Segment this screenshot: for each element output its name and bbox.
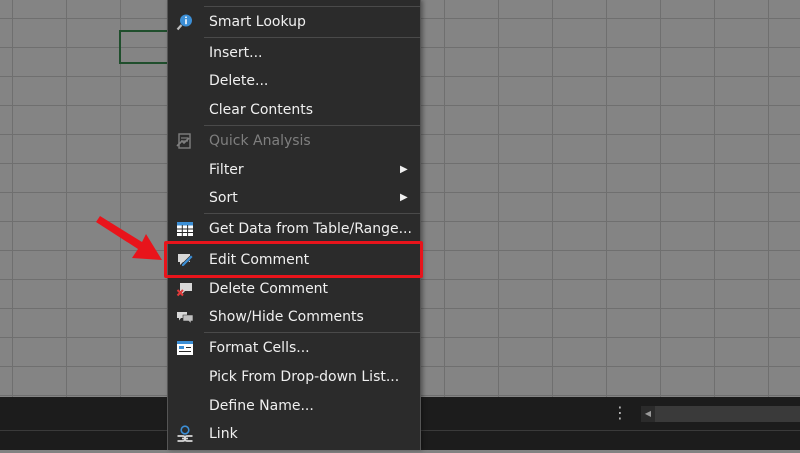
menu-item-label: Link (209, 426, 238, 442)
scroll-left-icon[interactable]: ◀ (641, 406, 655, 422)
submenu-arrow-icon: ▶ (400, 192, 408, 203)
menu-item-label: Define Name... (209, 398, 314, 414)
delete-comment-icon (176, 280, 194, 298)
table-grid-icon (176, 220, 194, 238)
menu-item-label: Delete Comment (209, 281, 329, 297)
menu-item-label: Pick From Drop-down List... (209, 369, 400, 385)
menu-item-sort[interactable]: Sort ▶ (168, 184, 420, 212)
edit-comment-highlight-box (164, 241, 423, 278)
menu-separator (204, 125, 420, 126)
menu-item-insert[interactable]: Insert... (168, 39, 420, 67)
menu-item-label: Format Cells... (209, 340, 310, 356)
smart-lookup-icon (176, 13, 194, 31)
pointer-arrow-icon (96, 216, 162, 260)
menu-item-format-cells[interactable]: Format Cells... (168, 334, 420, 362)
menu-separator (204, 332, 420, 333)
show-hide-comments-icon (176, 308, 194, 326)
menu-item-label: Delete... (209, 73, 269, 89)
menu-item-link[interactable]: Link (168, 420, 420, 448)
context-menu: Smart Lookup Insert... Delete... Clear C… (167, 0, 421, 450)
more-options-icon[interactable]: ⋮ (612, 403, 628, 423)
menu-item-clear-contents[interactable]: Clear Contents (168, 96, 420, 124)
menu-item-label: Filter (209, 162, 244, 178)
menu-item-smart-lookup[interactable]: Smart Lookup (168, 8, 420, 36)
menu-item-define-name[interactable]: Define Name... (168, 392, 420, 420)
menu-item-label: Show/Hide Comments (209, 309, 364, 325)
format-cells-icon (176, 339, 194, 357)
menu-item-pick-from-drop-down-list[interactable]: Pick From Drop-down List... (168, 363, 420, 391)
selected-cell[interactable] (119, 30, 171, 64)
menu-item-filter[interactable]: Filter ▶ (168, 156, 420, 184)
menu-item-delete-comment[interactable]: Delete Comment (168, 275, 420, 303)
quick-analysis-icon (176, 132, 194, 150)
menu-item-label: Smart Lookup (209, 14, 306, 30)
menu-item-show-hide-comments[interactable]: Show/Hide Comments (168, 303, 420, 331)
link-icon (176, 425, 194, 443)
menu-separator (204, 213, 420, 214)
menu-item-delete[interactable]: Delete... (168, 67, 420, 95)
menu-item-quick-analysis: Quick Analysis (168, 127, 420, 155)
menu-item-get-data-from-table[interactable]: Get Data from Table/Range... (168, 215, 420, 243)
menu-item-label: Get Data from Table/Range... (209, 221, 412, 237)
menu-separator (204, 6, 420, 7)
horizontal-scrollbar[interactable] (641, 406, 800, 422)
menu-item-label: Insert... (209, 45, 263, 61)
submenu-arrow-icon: ▶ (400, 164, 408, 175)
menu-separator (204, 37, 420, 38)
menu-item-label: Sort (209, 190, 238, 206)
menu-item-label: Clear Contents (209, 102, 314, 118)
menu-item-label: Quick Analysis (209, 133, 311, 149)
